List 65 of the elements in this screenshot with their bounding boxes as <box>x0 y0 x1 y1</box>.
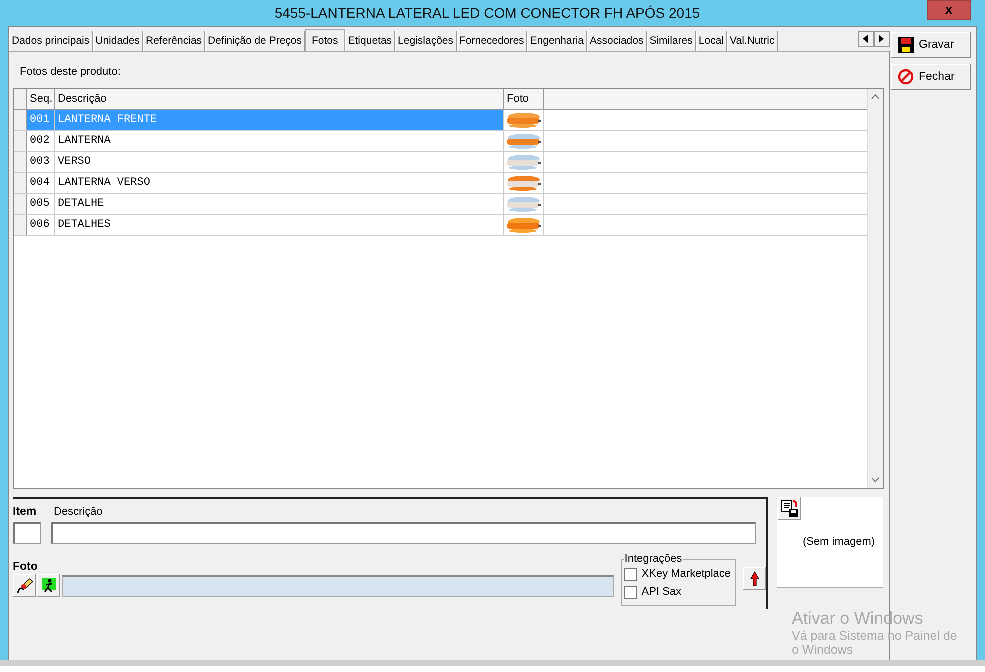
tab[interactable]: Associados <box>587 31 647 51</box>
scroll-left-button[interactable] <box>858 31 874 47</box>
checkbox[interactable] <box>624 586 637 598</box>
button-label: Fechar <box>919 71 955 83</box>
table-cell: 003 <box>27 152 55 172</box>
tab[interactable]: Legislações <box>395 31 456 51</box>
left-triangle-icon <box>863 35 869 43</box>
row-indicator[interactable] <box>14 131 27 151</box>
prohibited-icon <box>898 69 914 85</box>
close-form-button[interactable]: Fechar <box>891 64 971 90</box>
tab[interactable]: Dados principais <box>9 31 93 51</box>
eraser-icon <box>16 576 34 594</box>
running-figure-icon <box>42 578 56 594</box>
table-cell: 001 <box>27 110 55 130</box>
save-button[interactable]: Gravar <box>891 32 971 58</box>
tab[interactable]: Val.Nutric <box>727 31 778 51</box>
section-label: Fotos deste produto: <box>20 66 122 80</box>
foto-label: Foto <box>13 561 39 573</box>
up-chevron-icon <box>871 94 880 100</box>
tab[interactable]: Fotos <box>305 29 346 51</box>
button-label: Gravar <box>919 39 954 51</box>
upload-button[interactable] <box>743 567 766 590</box>
save-image-button[interactable] <box>778 497 801 520</box>
table-cell: 004 <box>27 173 55 193</box>
row-indicator[interactable] <box>14 215 27 235</box>
run-button[interactable] <box>37 574 60 597</box>
row-indicator[interactable] <box>14 152 27 172</box>
table-cell: LANTERNA FRENTE <box>55 110 504 130</box>
column-header[interactable]: Seq. <box>27 89 55 109</box>
window-title: 5455-LANTERNA LATERAL LED COM CONECTOR FH APÓS 2015 <box>274 5 700 21</box>
tab[interactable]: Definição de Preços <box>205 31 305 51</box>
integrations-title: Integrações <box>624 553 684 565</box>
description-input-field[interactable] <box>51 522 756 544</box>
up-arrow-icon <box>750 570 760 586</box>
table-cell: 006 <box>27 215 55 235</box>
checkbox[interactable] <box>624 568 637 580</box>
table-cell: 002 <box>27 131 55 151</box>
down-chevron-icon <box>871 477 880 483</box>
tab[interactable]: Engenharia <box>527 31 588 51</box>
row-indicator[interactable] <box>14 110 27 130</box>
tab[interactable]: Referências <box>143 31 206 51</box>
tab[interactable]: Etiquetas <box>345 31 396 51</box>
no-image-text: (Sem imagem) <box>802 536 876 548</box>
tab[interactable]: Similares <box>646 31 696 51</box>
activation-message: o Windows <box>792 642 854 655</box>
table-cell: 005 <box>27 194 55 214</box>
scroll-right-button[interactable] <box>874 31 890 47</box>
document-disk-icon <box>780 500 798 518</box>
row-indicator[interactable] <box>14 194 27 214</box>
file-path-field[interactable] <box>62 574 614 596</box>
right-triangle-icon <box>879 35 885 43</box>
clear-button[interactable] <box>13 574 36 597</box>
description-label: Descrição <box>53 505 104 519</box>
tab[interactable]: Unidades <box>92 31 143 51</box>
checkbox-option[interactable]: API Sax <box>624 583 732 601</box>
checkbox-option[interactable]: XKey Marketplace <box>624 565 732 583</box>
tab[interactable]: Local <box>696 31 728 51</box>
tab[interactable]: Fornecedores <box>456 31 528 51</box>
item-label: Item <box>13 506 38 518</box>
column-header[interactable]: Descrição <box>55 89 504 109</box>
row-indicator[interactable] <box>14 173 27 193</box>
close-button[interactable]: x <box>927 0 971 20</box>
item-input-field[interactable] <box>13 522 41 544</box>
scrollbar[interactable] <box>867 89 883 488</box>
column-header[interactable]: Foto <box>504 89 544 109</box>
